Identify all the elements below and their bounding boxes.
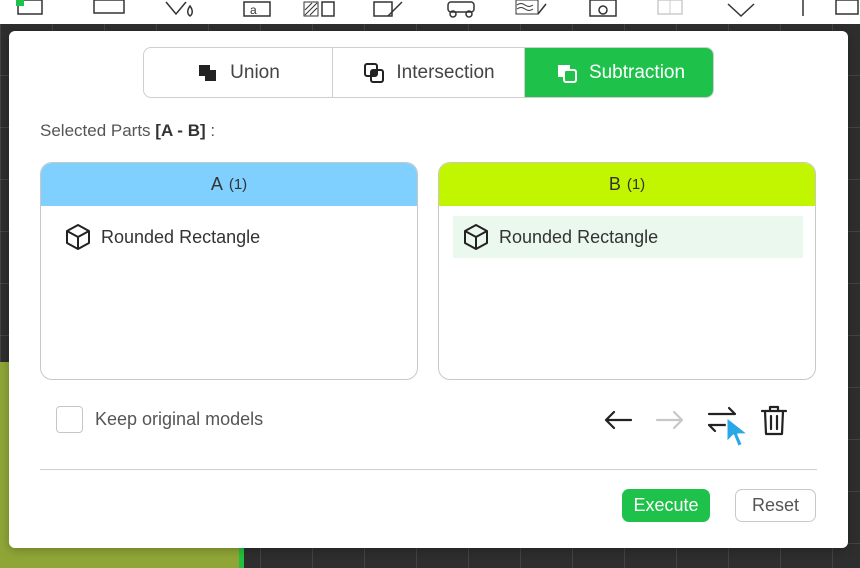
- rectangle-icon[interactable]: [92, 0, 126, 18]
- intersection-icon: [364, 62, 385, 83]
- selected-parts-label: Selected Parts [A - B] :: [40, 121, 216, 140]
- part-a-count: (1): [228, 176, 248, 193]
- export-icon[interactable]: [830, 0, 860, 18]
- part-a-title: A: [210, 174, 223, 194]
- cube-outline-icon: [464, 224, 488, 250]
- tab-union[interactable]: Union: [144, 48, 333, 97]
- line-icon[interactable]: [786, 0, 820, 18]
- texture-icon[interactable]: [302, 0, 336, 18]
- swap-icon[interactable]: [705, 403, 750, 448]
- text-icon[interactable]: a: [240, 0, 274, 18]
- tab-subtraction-label: Subtraction: [588, 61, 686, 83]
- union-icon: [199, 64, 217, 81]
- divider: [40, 469, 817, 470]
- panel-icon[interactable]: [14, 0, 48, 18]
- list-item[interactable]: Rounded Rectangle: [453, 216, 803, 258]
- tab-union-label: Union: [230, 61, 280, 83]
- move-to-b-arrow-icon[interactable]: [653, 403, 687, 437]
- list-item[interactable]: Rounded Rectangle: [55, 216, 405, 258]
- svg-text:a: a: [250, 3, 257, 17]
- list-item-label: Rounded Rectangle: [499, 226, 659, 247]
- boolean-operation-dialog: Union Intersection Subtraction Selected …: [9, 31, 848, 548]
- cube-outline-icon: [66, 224, 90, 250]
- wave-icon[interactable]: [514, 0, 548, 18]
- part-b-header: B (1): [439, 163, 815, 206]
- diamond-icon[interactable]: [724, 0, 758, 18]
- background-toolbar: a: [0, 0, 860, 24]
- trash-icon[interactable]: [757, 403, 791, 437]
- paint-fill-icon[interactable]: [162, 0, 196, 18]
- part-actions: [601, 403, 791, 448]
- list-item-label: Rounded Rectangle: [101, 226, 261, 247]
- execute-button[interactable]: Execute: [622, 489, 710, 522]
- part-b-count: (1): [626, 176, 646, 193]
- tab-subtraction[interactable]: Subtraction: [525, 48, 713, 97]
- keep-original-checkbox[interactable]: [56, 406, 83, 433]
- reset-button[interactable]: Reset: [735, 489, 816, 522]
- part-a-list[interactable]: A (1) Rounded Rectangle: [40, 162, 418, 380]
- device-icon[interactable]: [586, 0, 620, 18]
- mode-tabs: Union Intersection Subtraction: [143, 47, 714, 98]
- shape-edit-icon[interactable]: [372, 0, 406, 18]
- cube-icon[interactable]: [654, 0, 688, 18]
- part-a-header: A (1): [41, 163, 417, 206]
- part-b-list[interactable]: B (1) Rounded Rectangle: [438, 162, 816, 380]
- part-b-title: B: [608, 174, 621, 194]
- keep-original-row: Keep original models: [56, 406, 263, 433]
- vehicle-icon[interactable]: [444, 0, 478, 18]
- tab-intersection-label: Intersection: [396, 61, 495, 83]
- selected-parts-formula: [A - B]: [155, 121, 206, 140]
- tab-intersection[interactable]: Intersection: [333, 48, 525, 97]
- move-to-a-arrow-icon[interactable]: [601, 403, 635, 437]
- keep-original-label: Keep original models: [95, 409, 264, 429]
- subtraction-icon: [557, 64, 577, 83]
